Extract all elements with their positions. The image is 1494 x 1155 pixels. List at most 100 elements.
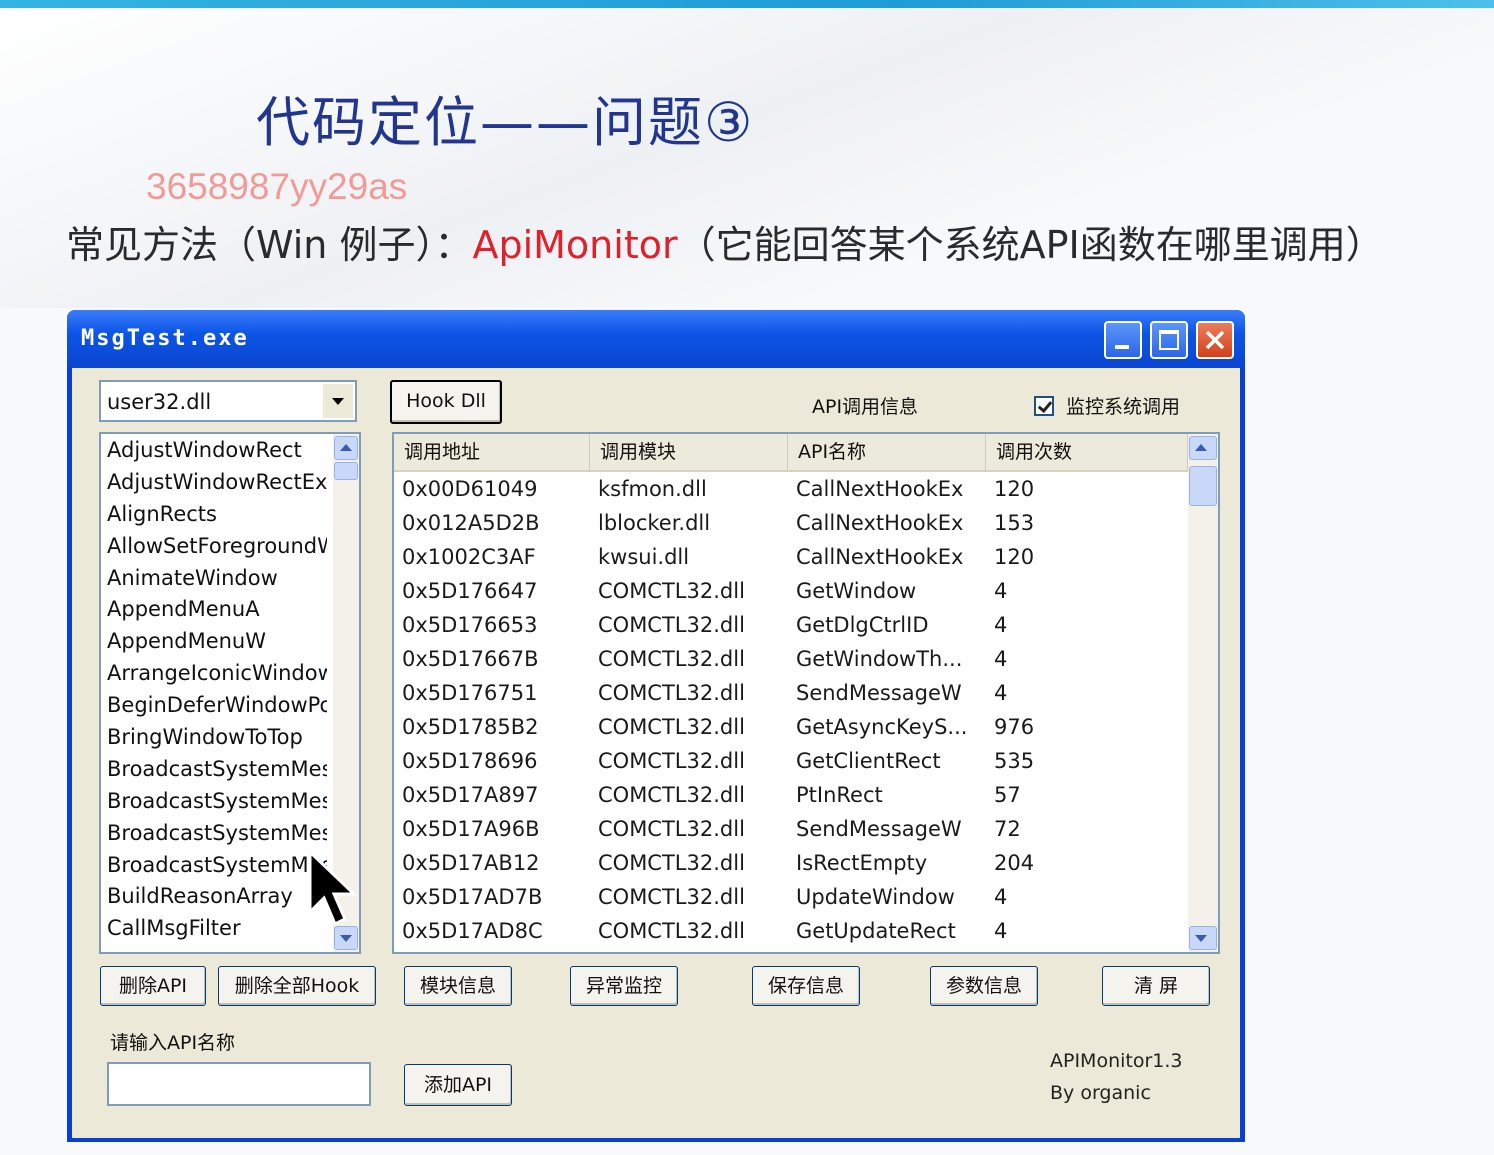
call-info-table[interactable]: 调用地址 调用模块 API名称 调用次数 0x00D61049 ksfmon.dl… [392,432,1220,954]
maximize-button[interactable] [1150,321,1188,359]
table-row[interactable]: 0x00D61049 ksfmon.dll CallNextHookEx 120 [394,472,1188,506]
scroll-thumb[interactable] [334,462,358,480]
save-info-button[interactable]: 保存信息 [752,966,860,1006]
cell-address: 0x5D17A96B [402,817,540,841]
minimize-icon [1115,345,1129,349]
api-list-item[interactable]: BeginDeferWindowPos [101,689,327,721]
param-info-button[interactable]: 参数信息 [930,966,1038,1006]
app-window: MsgTest.exe user32.dll Hook Dll API调用信息 … [67,310,1245,1142]
cell-module: COMCTL32.dll [598,647,745,671]
cell-api-name: UpdateWindow [796,885,955,909]
column-header-api-name[interactable]: API名称 [788,434,986,470]
delete-api-button[interactable]: 删除API [100,966,206,1006]
cell-call-count: 57 [994,783,1021,807]
dll-select[interactable]: user32.dll [99,380,357,422]
cell-module: lblocker.dll [598,511,711,535]
api-list-item[interactable]: CallMsgFilter [101,912,327,944]
dll-select-value: user32.dll [107,390,212,414]
table-row[interactable]: 0x5D176647 COMCTL32.dll GetWindow 4 [394,574,1188,608]
author-label: By organic [1050,1082,1151,1104]
cell-address: 0x5D17A897 [402,783,539,807]
api-list-item[interactable]: AppendMenuA [101,593,327,625]
api-list-item[interactable]: BroadcastSystemMessageEx [101,817,327,849]
table-row[interactable]: 0x5D178696 COMCTL32.dll GetClientRect 535 [394,744,1188,778]
cell-module: kwsui.dll [598,545,690,569]
api-list-item[interactable]: BuildReasonArray [101,880,327,912]
api-list-item[interactable]: AllowSetForegroundWindow [101,530,327,562]
cell-call-count: 204 [994,851,1035,875]
api-list-item[interactable]: ArrangeIconicWindows [101,657,327,689]
cell-module: COMCTL32.dll [598,817,745,841]
api-list-item[interactable]: AppendMenuW [101,625,327,657]
table-row[interactable]: 0x5D17A96B COMCTL32.dll SendMessageW 72 [394,812,1188,846]
cell-address: 0x5D1785B2 [402,715,539,739]
cell-api-name: CallNextHookEx [796,545,964,569]
table-row[interactable]: 0x5D17AB12 COMCTL32.dll IsRectEmpty 204 [394,846,1188,880]
table-row[interactable]: 0x1002C3AF kwsui.dll CallNextHookEx 120 [394,540,1188,574]
cell-call-count: 120 [994,545,1035,569]
cell-address: 0x5D17AD8C [402,919,543,943]
delete-all-hook-button[interactable]: 删除全部Hook [218,966,376,1006]
monitor-system-checkbox[interactable] [1034,396,1054,416]
cell-call-count: 72 [994,817,1021,841]
module-info-button[interactable]: 模块信息 [404,966,512,1006]
cell-module: ksfmon.dll [598,477,707,501]
subtitle-prefix: 常见方法（Win 例子）： [66,223,473,267]
table-row[interactable]: 0x5D17667B COMCTL32.dll GetWindowTh... 4 [394,642,1188,676]
cell-api-name: PtInRect [796,783,883,807]
scroll-thumb[interactable] [1189,466,1217,506]
cell-call-count: 976 [994,715,1035,739]
cell-call-count: 4 [994,613,1008,637]
api-list-item[interactable]: BroadcastSystemMessageW [101,849,327,881]
api-list-item[interactable]: BroadcastSystemMessageA [101,785,327,817]
column-header-module[interactable]: 调用模块 [590,434,788,470]
api-list-item[interactable]: AlignRects [101,498,327,530]
cell-module: COMCTL32.dll [598,919,745,943]
scroll-up-icon[interactable] [1189,436,1217,460]
api-call-info-label: API调用信息 [812,396,919,418]
cell-module: COMCTL32.dll [598,613,745,637]
column-header-address[interactable]: 调用地址 [394,434,590,470]
cell-api-name: CallNextHookEx [796,511,964,535]
table-row[interactable]: 0x012A5D2B lblocker.dll CallNextHookEx 153 [394,506,1188,540]
exception-monitor-button[interactable]: 异常监控 [570,966,678,1006]
add-api-button[interactable]: 添加API [404,1064,512,1106]
table-row[interactable]: 0x5D176653 COMCTL32.dll GetDlgCtrlID 4 [394,608,1188,642]
subtitle-highlight: ApiMonitor [472,223,678,267]
api-name-input[interactable] [107,1062,371,1106]
clear-screen-button[interactable]: 清 屏 [1102,966,1210,1006]
column-header-call-count[interactable]: 调用次数 [986,434,1188,470]
table-row[interactable]: 0x5D1785B2 COMCTL32.dll GetAsyncKeyS... 976 [394,710,1188,744]
cell-module: COMCTL32.dll [598,749,745,773]
table-row[interactable]: 0x5D17AD7B COMCTL32.dll UpdateWindow 4 [394,880,1188,914]
chevron-down-icon[interactable] [323,384,353,418]
window-title: MsgTest.exe [81,326,249,351]
cell-module: COMCTL32.dll [598,885,745,909]
scroll-down-icon[interactable] [1189,926,1217,950]
cell-call-count: 153 [994,511,1035,535]
cell-address: 0x5D176751 [402,681,538,705]
cell-api-name: GetDlgCtrlID [796,613,929,637]
minimize-button[interactable] [1104,321,1142,359]
api-list-item[interactable]: AdjustWindowRectEx [101,466,327,498]
watermark-text: 3658987yy29as [146,166,408,207]
cell-module: COMCTL32.dll [598,579,745,603]
close-button[interactable] [1196,321,1234,359]
cell-module: COMCTL32.dll [598,715,745,739]
table-row[interactable]: 0x5D17AD8C COMCTL32.dll GetUpdateRect 4 [394,914,1188,948]
api-list-item[interactable]: AdjustWindowRect [101,434,327,466]
table-scrollbar[interactable] [1188,434,1218,952]
cell-api-name: SendMessageW [796,681,962,705]
scroll-up-icon[interactable] [334,436,358,460]
api-list-item[interactable]: BroadcastSystemMessage [101,753,327,785]
slide-subtitle: 常见方法（Win 例子）：ApiMonitor（它能回答某个系统API函数在哪里… [66,214,1384,269]
table-row[interactable]: 0x5D176751 COMCTL32.dll SendMessageW 4 [394,676,1188,710]
cell-module: COMCTL32.dll [598,851,745,875]
api-list-item[interactable]: AnimateWindow [101,562,327,594]
api-list-item[interactable]: BringWindowToTop [101,721,327,753]
table-header: 调用地址 调用模块 API名称 调用次数 [394,434,1188,472]
hook-dll-button[interactable]: Hook Dll [390,380,502,424]
table-row[interactable]: 0x5D17A897 COMCTL32.dll PtInRect 57 [394,778,1188,812]
mouse-cursor-icon [308,850,358,927]
window-titlebar[interactable]: MsgTest.exe [67,310,1245,368]
